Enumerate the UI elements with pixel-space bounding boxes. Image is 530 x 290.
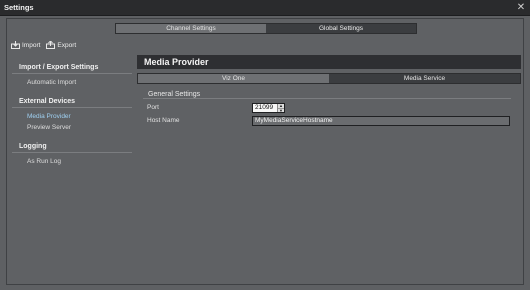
section-header-external-devices: External Devices bbox=[12, 98, 132, 108]
import-label: Import bbox=[22, 41, 41, 49]
sidebar-item-automatic-import[interactable]: Automatic Import bbox=[12, 77, 132, 88]
group-divider bbox=[143, 98, 511, 99]
import-button[interactable]: Import bbox=[11, 41, 40, 49]
section-logging: Logging As Run Log bbox=[12, 143, 132, 167]
top-tab-bar: Channel Settings Global Settings bbox=[115, 23, 417, 34]
provider-tab-bar: Viz One Media Service bbox=[137, 73, 521, 84]
toolbar: Import Export bbox=[11, 40, 76, 50]
tab-channel-settings[interactable]: Channel Settings bbox=[116, 24, 266, 33]
port-label: Port bbox=[147, 104, 159, 111]
port-spin-buttons: ▲ ▼ bbox=[277, 104, 284, 113]
port-stepper[interactable]: 21099 ▲ ▼ bbox=[252, 103, 285, 113]
export-button[interactable]: Export bbox=[46, 41, 76, 49]
section-header-import-export: Import / Export Settings bbox=[12, 64, 132, 74]
section-header-logging: Logging bbox=[12, 143, 132, 153]
sidebar-item-preview-server[interactable]: Preview Server bbox=[12, 122, 132, 133]
window-titlebar: Settings ✕ bbox=[0, 0, 530, 16]
host-name-label: Host Name bbox=[147, 117, 180, 124]
section-external-devices: External Devices Media Provider Preview … bbox=[12, 98, 132, 133]
export-icon bbox=[46, 41, 56, 49]
port-input[interactable]: 21099 bbox=[253, 104, 277, 112]
host-name-input[interactable]: MyMediaServiceHostname bbox=[252, 116, 510, 126]
page-title: Media Provider bbox=[137, 55, 521, 69]
window-title: Settings bbox=[4, 3, 34, 12]
close-icon[interactable]: ✕ bbox=[515, 1, 527, 13]
spin-down-icon[interactable]: ▼ bbox=[278, 108, 284, 113]
import-icon bbox=[11, 41, 20, 49]
export-label: Export bbox=[57, 41, 77, 49]
tab-media-service[interactable]: Media Service bbox=[329, 74, 520, 83]
tab-viz-one[interactable]: Viz One bbox=[138, 74, 329, 83]
sidebar-item-media-provider[interactable]: Media Provider bbox=[12, 111, 132, 122]
sidebar-item-as-run-log[interactable]: As Run Log bbox=[12, 156, 132, 167]
settings-sidebar: Import / Export Settings Automatic Impor… bbox=[12, 64, 132, 177]
group-title-general-settings: General Settings bbox=[148, 91, 201, 98]
tab-global-settings[interactable]: Global Settings bbox=[266, 24, 416, 33]
section-import-export: Import / Export Settings Automatic Impor… bbox=[12, 64, 132, 88]
